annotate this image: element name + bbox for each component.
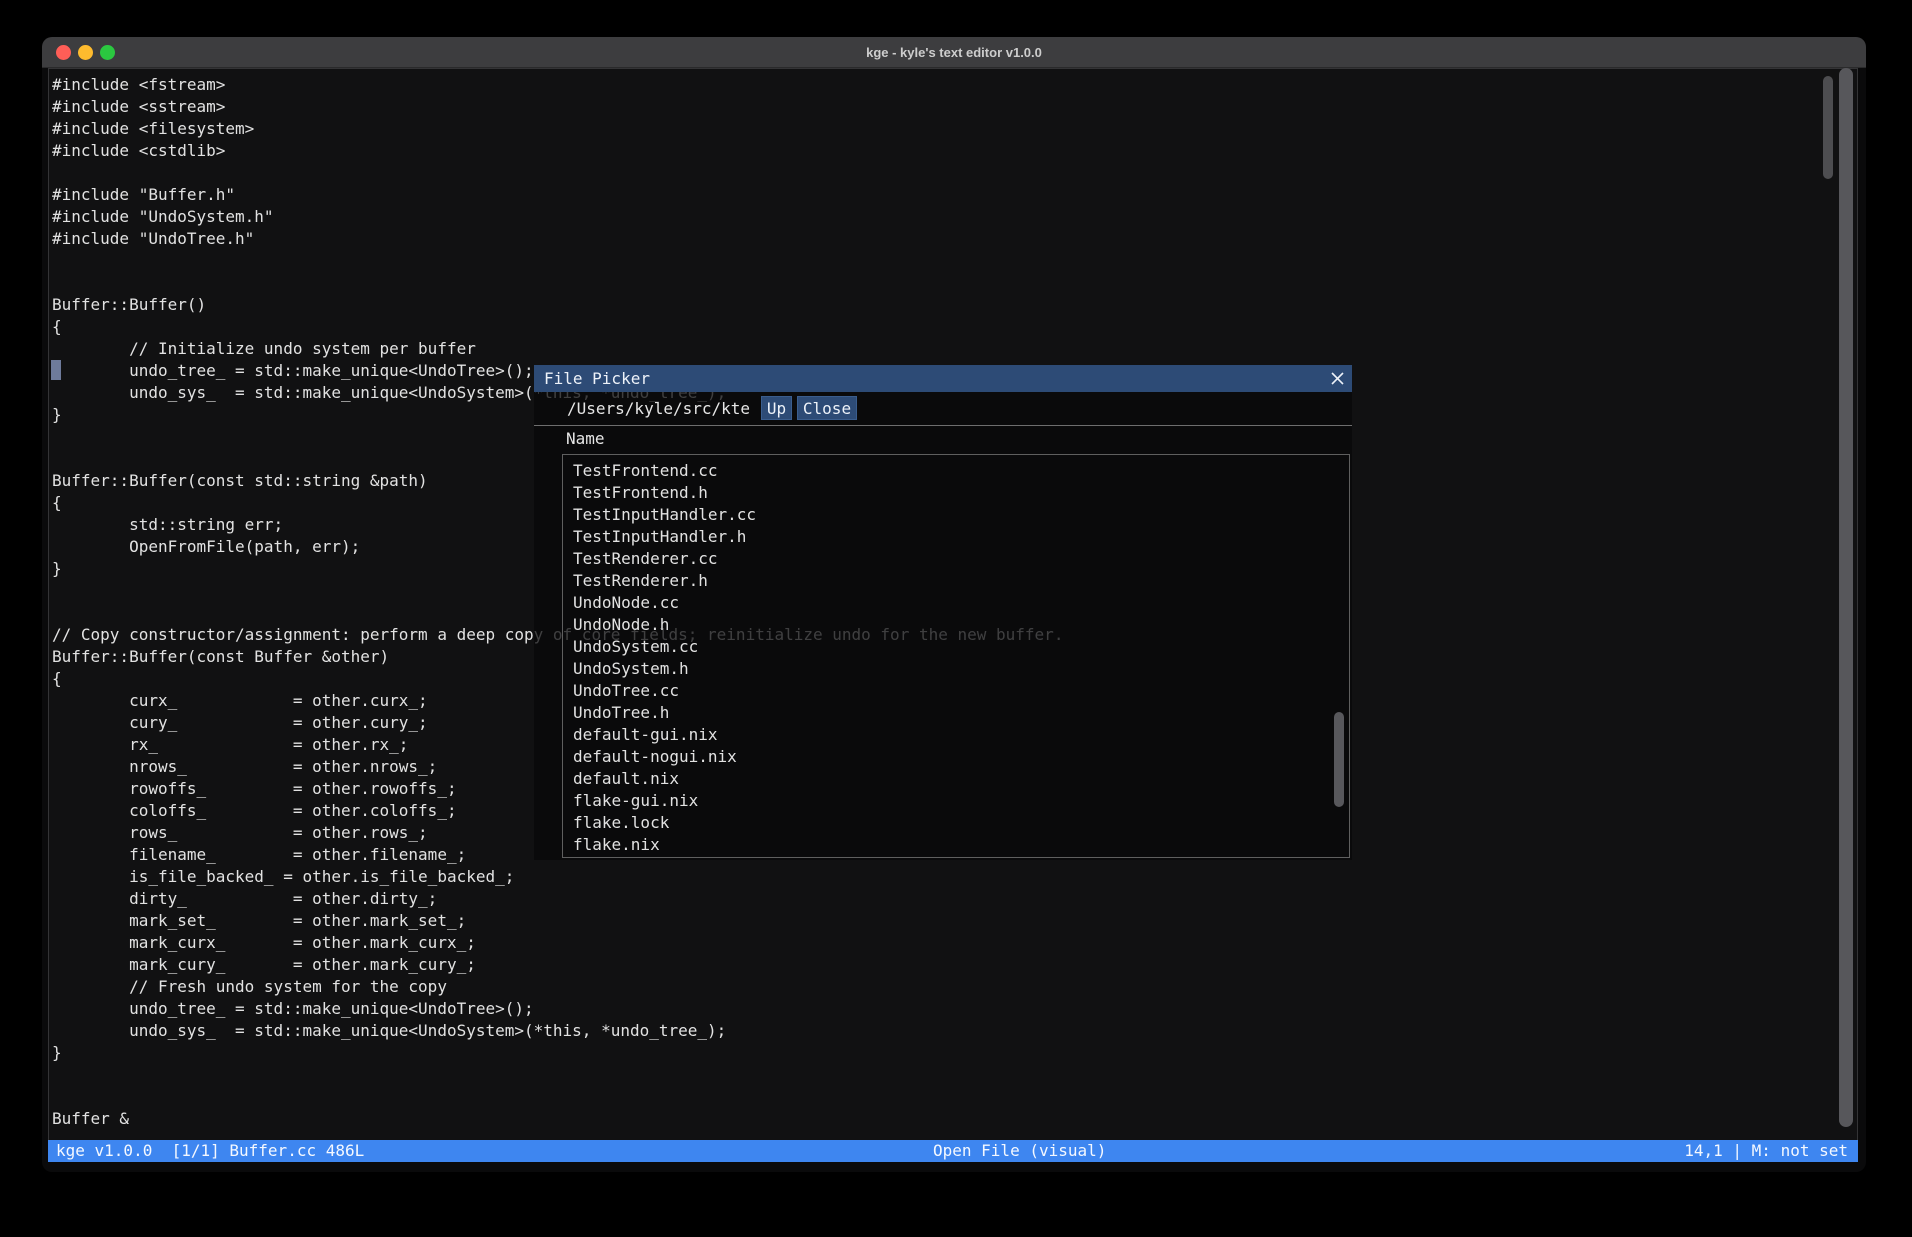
file-list: TestFrontend.ccTestFrontend.hTestInputHa…	[563, 455, 1349, 857]
window-scrollbar-track[interactable]	[1839, 68, 1853, 1127]
current-path: /Users/kyle/src/kte	[567, 398, 750, 420]
code-line[interactable]	[52, 162, 1857, 184]
code-line[interactable]: mark_set_ = other.mark_set_;	[52, 910, 1857, 932]
file-list-item[interactable]: UndoNode.h	[563, 614, 1349, 636]
close-icon[interactable]	[1326, 368, 1348, 389]
file-list-item[interactable]: TestFrontend.cc	[563, 460, 1349, 482]
file-list-item[interactable]: UndoTree.cc	[563, 680, 1349, 702]
window-title: kge - kyle's text editor v1.0.0	[42, 37, 1866, 68]
file-list-item[interactable]: UndoSystem.h	[563, 658, 1349, 680]
file-list-box: TestFrontend.ccTestFrontend.hTestInputHa…	[562, 454, 1350, 858]
code-line[interactable]: mark_curx_ = other.mark_curx_;	[52, 932, 1857, 954]
status-bar: kge v1.0.0 [1/1] Buffer.cc 486L Open Fil…	[48, 1140, 1858, 1162]
name-column-header: Name	[566, 428, 605, 450]
text-cursor	[51, 360, 61, 380]
file-list-scrollbar-thumb[interactable]	[1334, 712, 1344, 807]
code-line[interactable]: #include <cstdlib>	[52, 140, 1857, 162]
file-list-item[interactable]: UndoTree.h	[563, 702, 1349, 724]
code-line[interactable]: dirty_ = other.dirty_;	[52, 888, 1857, 910]
file-picker-titlebar: File Picker	[534, 365, 1352, 392]
code-line[interactable]: mark_cury_ = other.mark_cury_;	[52, 954, 1857, 976]
file-list-item[interactable]: TestInputHandler.h	[563, 526, 1349, 548]
code-line[interactable]	[52, 1086, 1857, 1108]
file-picker-title: File Picker	[534, 369, 650, 388]
code-line[interactable]: is_file_backed_ = other.is_file_backed_;	[52, 866, 1857, 888]
file-list-item[interactable]: TestFrontend.h	[563, 482, 1349, 504]
status-cursor-position: 14,1 | M: not set	[1684, 1140, 1848, 1162]
dialog-separator	[534, 425, 1352, 426]
file-list-item[interactable]: UndoNode.cc	[563, 592, 1349, 614]
file-list-item[interactable]: TestRenderer.h	[563, 570, 1349, 592]
file-list-item[interactable]: flake-gui.nix	[563, 790, 1349, 812]
code-line[interactable]: Buffer &	[52, 1108, 1857, 1130]
file-picker-dialog: File Picker /Users/kyle/src/kte Up Close…	[534, 365, 1352, 860]
file-list-item[interactable]: TestRenderer.cc	[563, 548, 1349, 570]
file-list-item[interactable]: UndoSystem.cc	[563, 636, 1349, 658]
code-line[interactable]: Buffer::Buffer()	[52, 294, 1857, 316]
file-list-item[interactable]: flake.nix	[563, 834, 1349, 856]
status-mode: Open File (visual)	[933, 1140, 1106, 1162]
code-line[interactable]: #include <sstream>	[52, 96, 1857, 118]
file-list-item[interactable]: TestInputHandler.cc	[563, 504, 1349, 526]
editor-scrollbar-thumb[interactable]	[1823, 76, 1833, 179]
code-line[interactable]	[52, 1064, 1857, 1086]
code-line[interactable]: }	[52, 1042, 1857, 1064]
code-line[interactable]: // Fresh undo system for the copy	[52, 976, 1857, 998]
close-button[interactable]: Close	[797, 396, 857, 420]
file-list-item[interactable]: default-gui.nix	[563, 724, 1349, 746]
file-list-item[interactable]: default-nogui.nix	[563, 746, 1349, 768]
up-button[interactable]: Up	[761, 396, 792, 420]
status-file-info: kge v1.0.0 [1/1] Buffer.cc 486L	[56, 1140, 364, 1162]
code-line[interactable]: undo_sys_ = std::make_unique<UndoSystem>…	[52, 1020, 1857, 1042]
path-row: /Users/kyle/src/kte Up Close	[534, 392, 1352, 425]
code-line[interactable]: // Initialize undo system per buffer	[52, 338, 1857, 360]
code-line[interactable]: #include "Buffer.h"	[52, 184, 1857, 206]
file-list-item[interactable]: default.nix	[563, 768, 1349, 790]
code-line[interactable]: #include <fstream>	[52, 74, 1857, 96]
code-line[interactable]: {	[52, 316, 1857, 338]
code-line[interactable]: #include "UndoSystem.h"	[52, 206, 1857, 228]
code-line[interactable]: #include "UndoTree.h"	[52, 228, 1857, 250]
code-line[interactable]	[52, 272, 1857, 294]
code-line[interactable]	[52, 250, 1857, 272]
window-titlebar[interactable]: kge - kyle's text editor v1.0.0	[42, 37, 1866, 68]
file-list-item[interactable]: flake.lock	[563, 812, 1349, 834]
code-line[interactable]: undo_tree_ = std::make_unique<UndoTree>(…	[52, 998, 1857, 1020]
code-line[interactable]: #include <filesystem>	[52, 118, 1857, 140]
